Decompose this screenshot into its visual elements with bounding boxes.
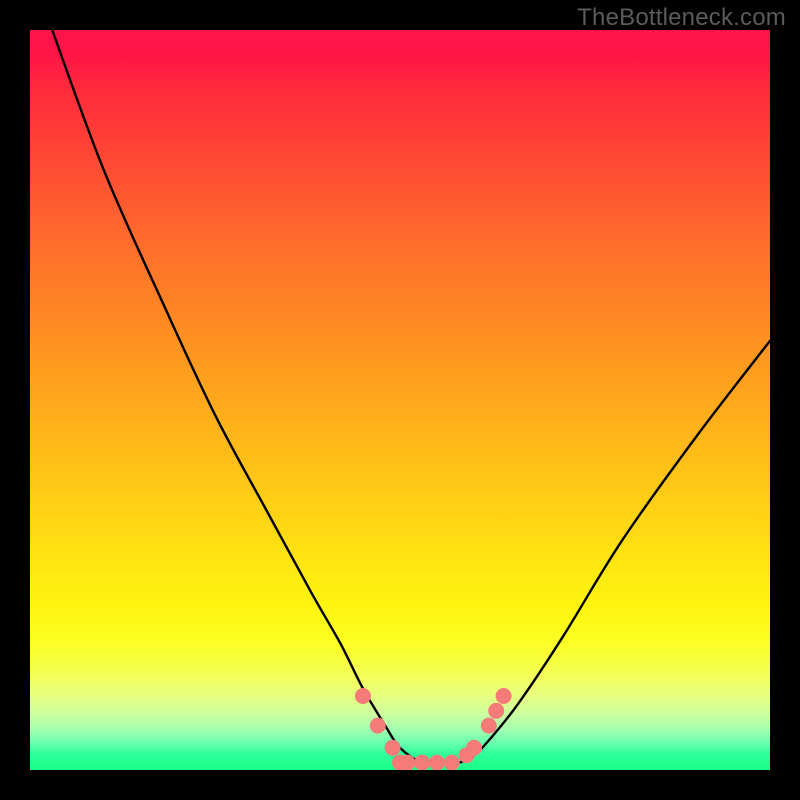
curve-marker: [466, 740, 482, 756]
plot-area: [30, 30, 770, 770]
curve-marker: [370, 718, 386, 734]
line-layer: [52, 30, 770, 764]
curve-marker: [444, 755, 460, 770]
curve-marker: [355, 688, 371, 704]
marker-layer: [355, 688, 512, 770]
watermark-label: TheBottleneck.com: [577, 4, 786, 32]
chart-frame: TheBottleneck.com: [0, 0, 800, 800]
curve-marker: [496, 688, 512, 704]
curve-marker: [429, 755, 445, 770]
curve-marker: [399, 755, 415, 770]
curve-marker: [385, 740, 401, 756]
curve-marker: [481, 718, 497, 734]
curve-svg: [30, 30, 770, 770]
curve-marker: [414, 755, 430, 770]
curve-marker: [488, 703, 504, 719]
bottleneck-curve-path: [52, 30, 770, 764]
